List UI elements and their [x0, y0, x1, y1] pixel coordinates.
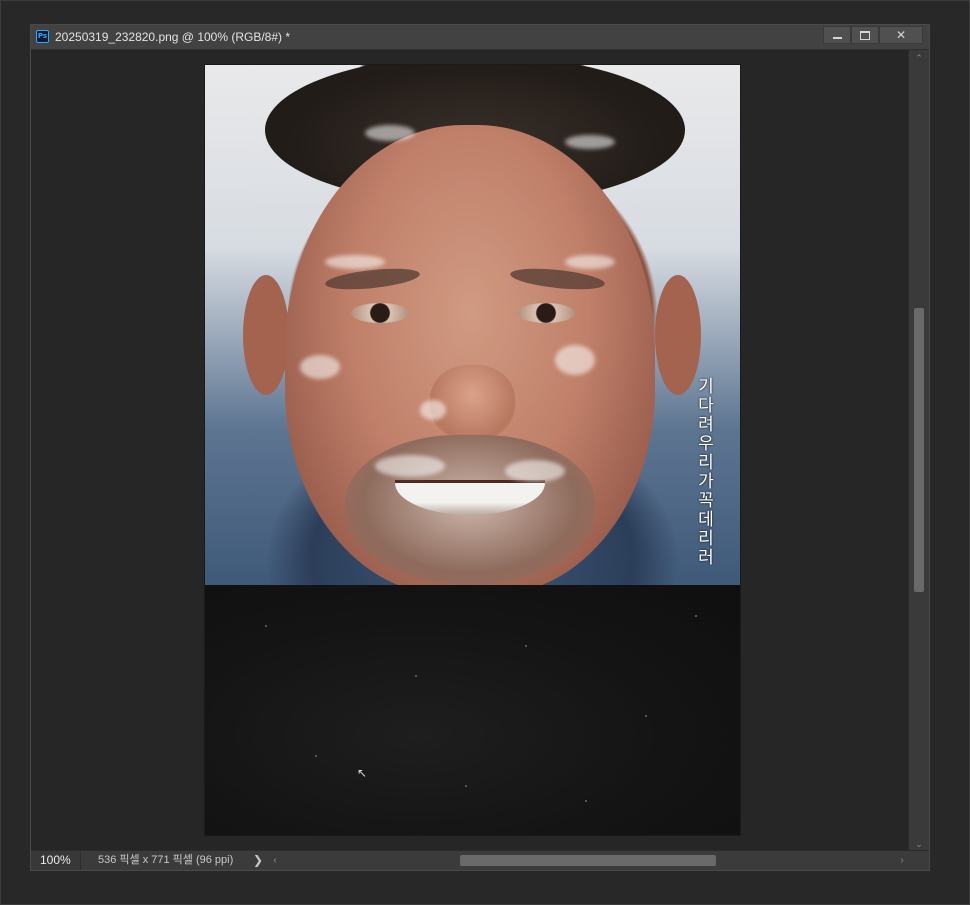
right-eye	[517, 303, 575, 323]
close-button[interactable]: ✕	[879, 26, 923, 44]
frost-patch	[375, 455, 445, 477]
status-bar: 100% 536 픽셀 x 771 픽셀 (96 ppi) ❯ ‹ ›	[31, 850, 929, 870]
document-size-info: 536 픽셀 x 771 픽셀 (96 ppi)	[98, 854, 234, 866]
restore-button[interactable]	[851, 26, 879, 44]
document-canvas[interactable]: 기다려 우리가 꼭 데리러 ↖	[205, 65, 740, 835]
left-eye	[351, 303, 409, 323]
left-ear	[243, 275, 289, 395]
speck	[585, 800, 587, 802]
speck	[265, 625, 267, 627]
speck	[645, 715, 647, 717]
vertical-scrollbar[interactable]: ⌃ ⌄	[908, 50, 929, 852]
status-expand-icon[interactable]: ❯	[253, 851, 263, 870]
poster-photo: 기다려 우리가 꼭 데리러	[205, 65, 740, 585]
horizontal-scroll-thumb[interactable]	[460, 855, 716, 866]
frost-patch	[325, 255, 385, 269]
minimize-icon	[832, 36, 842, 39]
canvas-area[interactable]: 기다려 우리가 꼭 데리러 ↖	[31, 50, 910, 852]
speck	[315, 755, 317, 757]
restore-icon	[860, 30, 870, 40]
scroll-up-icon[interactable]: ⌃	[909, 50, 929, 66]
right-ear	[655, 275, 701, 395]
speck	[695, 615, 697, 617]
document-tab-titlebar[interactable]: Ps 20250319_232820.png @ 100% (RGB/8#) *…	[31, 25, 929, 50]
close-icon: ✕	[895, 28, 907, 42]
vertical-scroll-thumb[interactable]	[914, 308, 924, 592]
speck	[465, 785, 467, 787]
document-window: Ps 20250319_232820.png @ 100% (RGB/8#) *…	[30, 24, 930, 871]
frost-patch	[300, 355, 340, 379]
frost-patch	[565, 135, 615, 149]
frost-patch	[565, 255, 615, 269]
scroll-right-icon[interactable]: ›	[895, 851, 909, 870]
poster-vertical-text: 기다려 우리가 꼭 데리러	[698, 377, 720, 568]
photoshop-icon: Ps	[36, 30, 49, 43]
frost-patch	[420, 400, 446, 420]
minimize-button[interactable]	[823, 26, 851, 44]
frost-patch	[555, 345, 595, 375]
horizontal-scrollbar[interactable]: ‹ ›	[268, 851, 909, 870]
speck	[525, 645, 527, 647]
dark-textured-area	[205, 585, 740, 835]
document-title: 20250319_232820.png @ 100% (RGB/8#) *	[55, 30, 291, 44]
frost-patch	[505, 460, 565, 482]
frost-patch	[365, 125, 415, 141]
window-controls: ✕	[823, 26, 923, 46]
zoom-field[interactable]: 100%	[31, 851, 81, 870]
scroll-left-icon[interactable]: ‹	[268, 851, 282, 870]
speck	[415, 675, 417, 677]
arrow-cursor-icon: ↖	[357, 766, 368, 780]
